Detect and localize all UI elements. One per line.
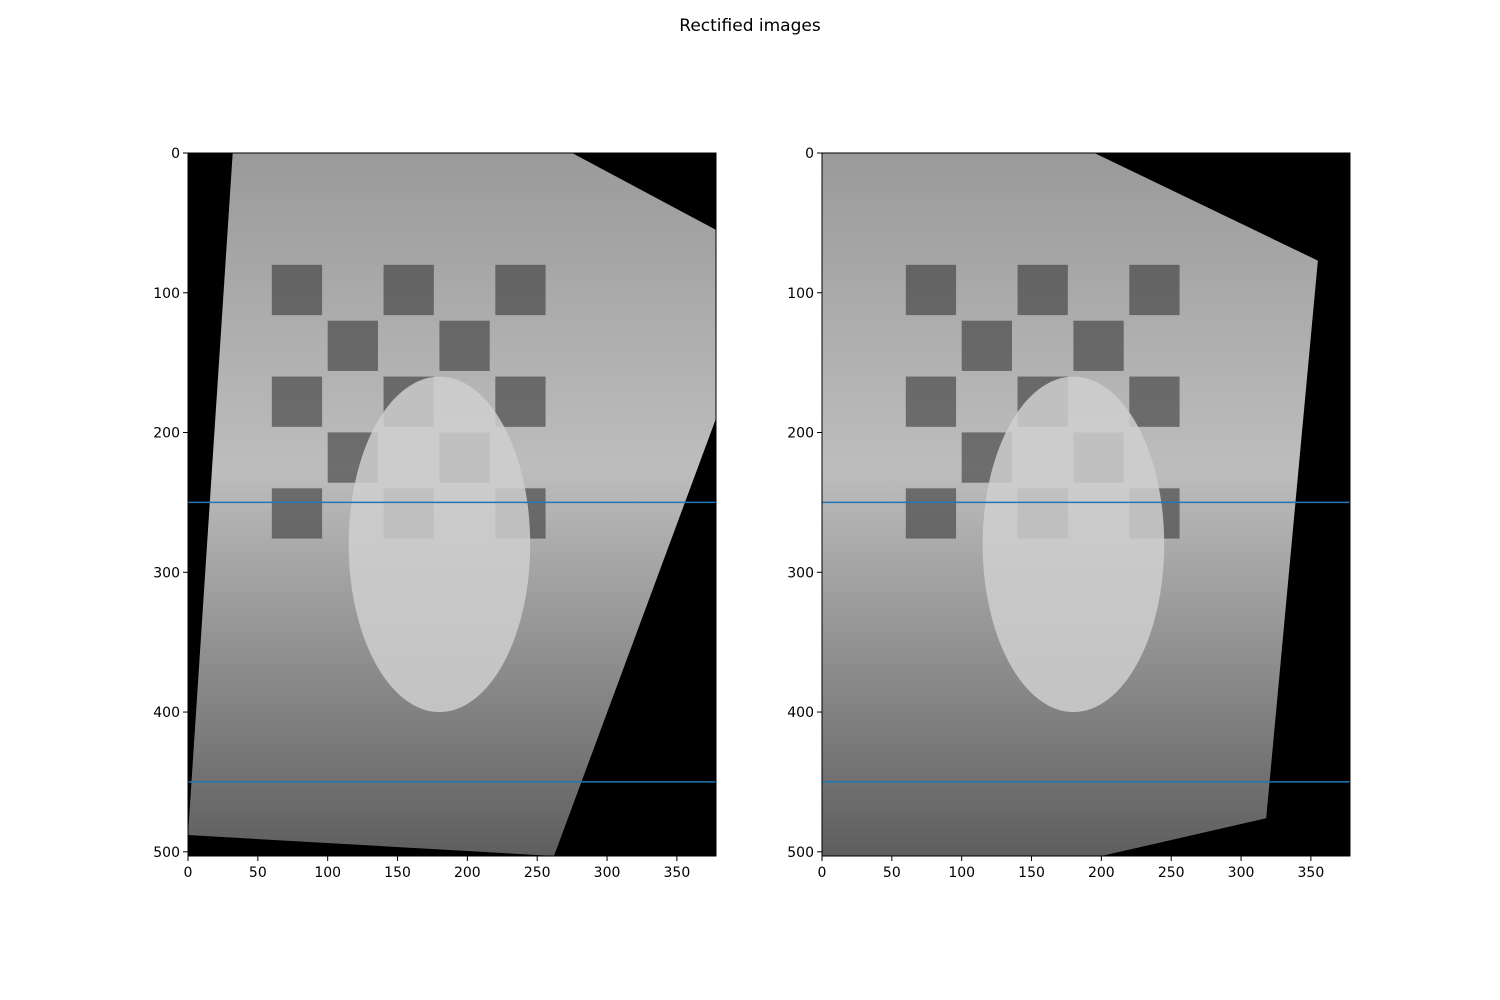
right-x-tick-label: 300 (1228, 865, 1255, 881)
right-x-tick-label: 100 (948, 865, 975, 881)
left-checker-square (271, 264, 323, 316)
left-checker-square (327, 320, 378, 371)
left-x-tick-label: 200 (454, 865, 481, 881)
right-checker-square (1073, 320, 1124, 371)
left-y-tick-label: 300 (153, 565, 180, 581)
left-x-tick-label: 300 (594, 865, 621, 881)
left-x-tick-label: 50 (249, 865, 267, 881)
right-x-tick-label: 200 (1088, 865, 1115, 881)
right-checker-square (1017, 264, 1068, 316)
left-checker-square (271, 488, 323, 539)
right-y-tick-label: 0 (805, 146, 814, 162)
left-y-tick-label: 0 (171, 146, 180, 162)
left-checker-square (495, 264, 546, 316)
left-plush-toy (348, 376, 531, 713)
left-y-tick-label: 100 (153, 286, 180, 302)
right-x-tick-label: 350 (1298, 865, 1325, 881)
right-checker-square (1129, 376, 1180, 427)
right-checker-square (905, 488, 957, 539)
right-x-tick-label: 150 (1018, 865, 1045, 881)
right-checker-square (905, 264, 957, 316)
left-checker-square (495, 376, 546, 427)
right-plush-toy (982, 376, 1165, 713)
right-x-tick-label: 50 (883, 865, 901, 881)
figure-canvas: 0 50 100 150 200 250 300 35001002003004005000 50… (153, 146, 1351, 881)
left-x-tick-label: 250 (524, 865, 551, 881)
right-y-tick-label: 100 (787, 286, 814, 302)
right-image-axes: 0 50 100 150 200 250 300 350 0 100 200 300 400 500 (787, 146, 1351, 881)
right-y-tick-label: 300 (787, 565, 814, 581)
right-checker-square (905, 376, 957, 427)
left-x-tick-label: 150 (384, 865, 411, 881)
right-checker-square (1129, 264, 1180, 316)
right-y-tick-label: 500 (787, 845, 814, 861)
left-checker-square (271, 376, 323, 427)
left-y-tick-label: 200 (153, 426, 180, 442)
left-x-tick-label: 350 (664, 865, 691, 881)
left-checker-square (439, 320, 490, 371)
right-checker-square (961, 320, 1012, 371)
left-checker-square (383, 264, 434, 316)
right-y-tick-label: 400 (787, 705, 814, 721)
right-x-tick-label: 250 (1158, 865, 1185, 881)
right-x-tick-label: 0 (818, 865, 827, 881)
right-y-tick-label: 200 (787, 426, 814, 442)
left-image-axes: 0 50 100 150 200 250 300 350 0 100 200 300 400 500 (153, 146, 717, 881)
left-y-tick-label: 400 (153, 705, 180, 721)
left-x-tick-label: 0 (184, 865, 193, 881)
left-x-tick-label: 100 (314, 865, 341, 881)
left-y-tick-label: 500 (153, 845, 180, 861)
